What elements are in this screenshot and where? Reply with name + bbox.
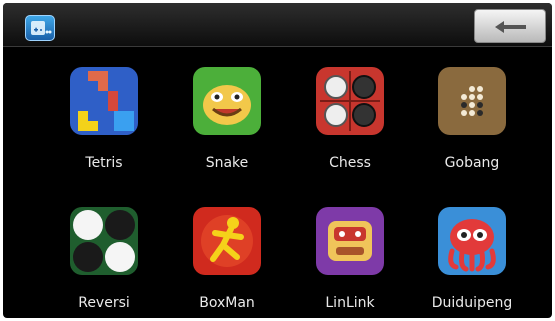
gobang-icon <box>438 67 506 135</box>
back-button[interactable] <box>474 9 546 43</box>
linlink-icon <box>316 207 384 275</box>
game-label: Tetris <box>85 155 123 171</box>
game-tile-tetris[interactable]: Tetris <box>54 47 154 177</box>
game-label: Snake <box>205 155 249 171</box>
game-tile-reversi[interactable]: Reversi <box>54 187 154 317</box>
game-tile-snake[interactable]: Snake <box>177 47 277 177</box>
duiduipeng-icon <box>438 207 506 275</box>
game-grid: Tetris Snake Chess Gobang Reversi BoxMan… <box>3 47 552 318</box>
game-label: Gobang <box>444 155 500 171</box>
game-tile-boxman[interactable]: BoxMan <box>177 187 277 317</box>
game-label: BoxMan <box>199 295 255 311</box>
game-label: Duiduipeng <box>431 295 513 311</box>
game-label: LinLink <box>325 295 375 311</box>
chess-icon <box>316 67 384 135</box>
tetris-icon <box>70 67 138 135</box>
top-bar <box>3 3 552 47</box>
game-tile-chess[interactable]: Chess <box>300 47 400 177</box>
game-tile-linlink[interactable]: LinLink <box>300 187 400 317</box>
snake-icon <box>193 67 261 135</box>
app-window: Tetris Snake Chess Gobang Reversi BoxMan… <box>3 3 552 318</box>
boxman-icon <box>193 207 261 275</box>
game-label: Reversi <box>78 295 130 311</box>
game-box-icon <box>25 15 55 41</box>
game-tile-duiduipeng[interactable]: Duiduipeng <box>422 187 522 317</box>
reversi-icon <box>70 207 138 275</box>
back-arrow-icon <box>495 21 526 33</box>
game-label: Chess <box>329 155 371 171</box>
game-tile-gobang[interactable]: Gobang <box>422 47 522 177</box>
